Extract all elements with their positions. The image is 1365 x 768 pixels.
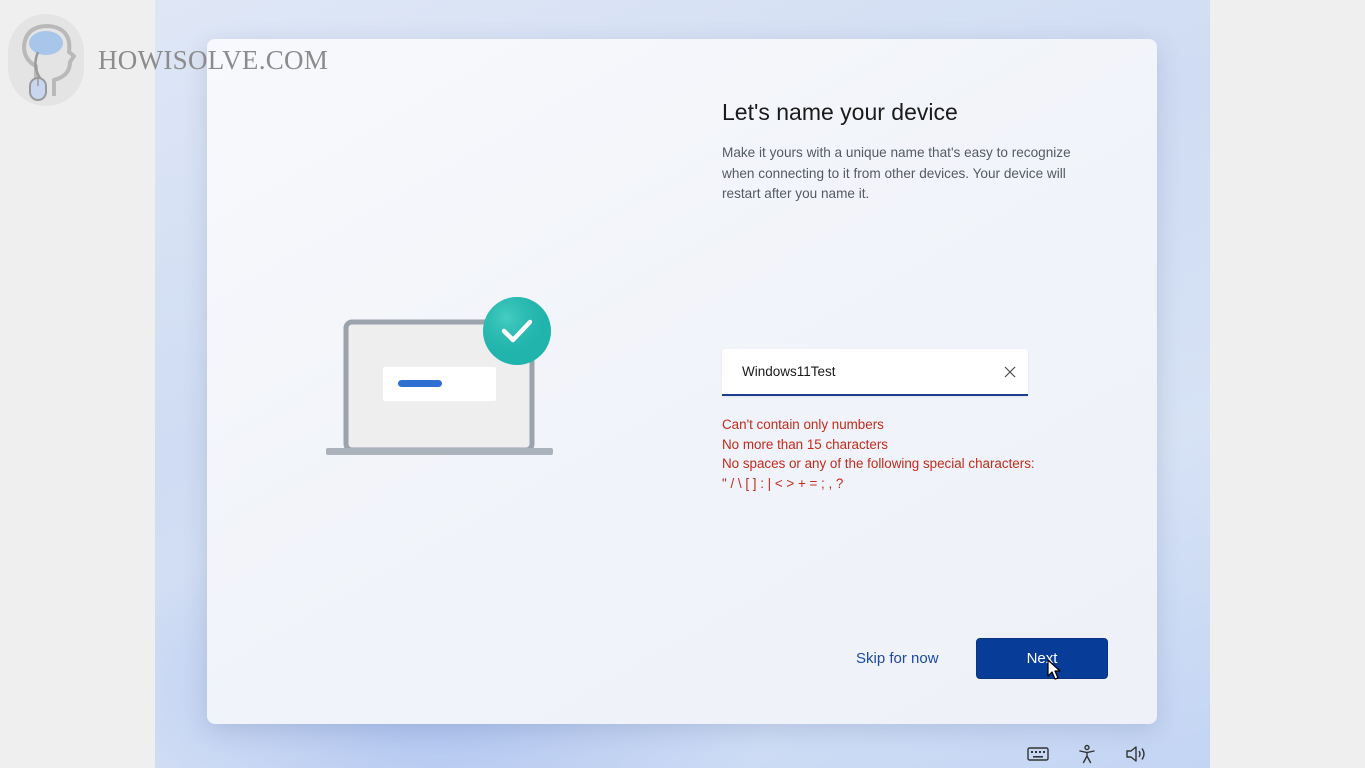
device-name-input[interactable] [722, 349, 992, 394]
mouse-pointer-icon [1046, 659, 1062, 686]
page-description: Make it yours with a unique name that's … [722, 145, 1071, 201]
next-button[interactable]: Next [976, 638, 1108, 679]
right-letterbox [1210, 0, 1365, 768]
clear-input-button[interactable] [998, 360, 1022, 384]
error-message: Can't contain only numbers [722, 417, 884, 432]
device-name-field[interactable] [722, 349, 1028, 396]
validation-errors: Can't contain only numbers No more than … [722, 415, 1035, 493]
error-message: " / \ [ ] : | < > + = ; , ? [722, 475, 844, 491]
watermark-logo: HOWISOLVE.COM [8, 14, 328, 106]
page-title: Let's name your device [722, 99, 958, 125]
watermark-text: HOWISOLVE.COM [98, 44, 329, 75]
skip-for-now-link[interactable]: Skip for now [856, 650, 939, 667]
laptop-checkmark-illustration [326, 296, 556, 458]
accessibility-icon[interactable] [1075, 742, 1099, 766]
error-message: No more than 15 characters [722, 436, 888, 452]
close-icon [1004, 366, 1016, 378]
keyboard-icon[interactable] [1026, 742, 1050, 766]
error-message: No spaces or any of the following specia… [722, 456, 1035, 471]
left-letterbox [0, 0, 155, 768]
brain-head-logo-icon [8, 14, 84, 106]
volume-icon[interactable] [1124, 742, 1148, 766]
